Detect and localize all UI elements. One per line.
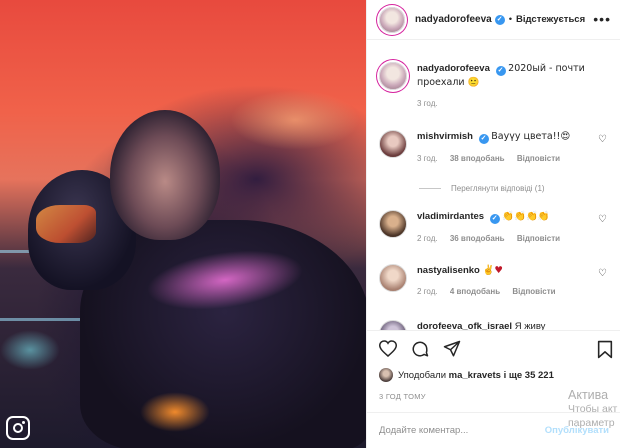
likes-count[interactable]: і ще 35 221 — [504, 370, 554, 381]
comment-text: Я живу — [514, 321, 546, 330]
activation-line-2: Чтобы акт — [568, 403, 618, 415]
comment-text: 👏👏👏👏 — [502, 211, 550, 222]
comment-row: nastyalisenko ✌️♥ 2 год. 4 вподобань Від… — [379, 264, 611, 298]
activation-line-3: параметр — [568, 417, 615, 429]
author-avatar[interactable] — [379, 6, 405, 33]
reply-link[interactable]: Відповісти — [517, 154, 560, 163]
activation-line-1: Актива — [568, 388, 609, 402]
photo-woman-head — [110, 110, 220, 240]
bookmark-icon[interactable] — [597, 340, 613, 362]
post-time-ago[interactable]: 3 ГОД ТОМУ — [379, 392, 426, 401]
comment-row: vladimirdantes ✓ 👏👏👏👏 2 год. 36 вподобан… — [379, 210, 611, 245]
more-options-icon[interactable]: ••• — [593, 11, 611, 27]
comment-time[interactable]: 2 год. — [417, 234, 438, 243]
windows-activation-watermark: Актива Чтобы акт параметр — [568, 388, 617, 430]
comment-likes[interactable]: 36 вподобань — [450, 234, 505, 243]
verified-badge-icon: ✓ — [478, 134, 489, 144]
comment-row: dorofeeva_ofk_israel Я живу — [379, 320, 611, 330]
comment-meta: 2 год. 4 вподобань Відповісти — [417, 285, 611, 298]
post-photo[interactable] — [0, 0, 366, 448]
comment-like-heart-icon[interactable]: ♡ — [598, 134, 607, 145]
post-side-panel: nadyadorofeeva ✓ • Відстежується ••• nad… — [366, 0, 620, 448]
liker-username[interactable]: ma_kravets — [449, 370, 501, 381]
comment-time[interactable]: 3 год. — [417, 154, 438, 163]
comment-input[interactable] — [379, 425, 545, 436]
replies-line — [419, 188, 441, 189]
photo-glow — [230, 90, 360, 150]
verified-badge-icon: ✓ — [495, 66, 506, 76]
comment-username[interactable]: mishvirmish — [417, 131, 473, 142]
heart-icon[interactable] — [378, 340, 398, 360]
post-header: nadyadorofeeva ✓ • Відстежується ••• — [367, 0, 620, 40]
comment-icon[interactable] — [411, 340, 429, 361]
comment-username[interactable]: dorofeeva_ofk_israel — [417, 321, 512, 330]
likes-summary: Уподобали ma_kravets і ще 35 221 — [379, 368, 554, 382]
caption-row: nadyadorofeeva ✓ 2020ый - почти проехали… — [379, 62, 611, 110]
comment-username[interactable]: vladimirdantes — [417, 211, 484, 222]
reply-link[interactable]: Відповісти — [512, 287, 555, 296]
comment-likes[interactable]: 4 вподобань — [450, 287, 500, 296]
photo-helmet-visor — [36, 205, 96, 243]
comment-text: Вауүу цвета!!😍 — [491, 131, 571, 142]
commenter-avatar[interactable] — [379, 320, 407, 330]
comment-likes[interactable]: 38 вподобань — [450, 154, 505, 163]
commenter-avatar[interactable] — [379, 130, 407, 158]
verified-badge-icon: ✓ — [494, 14, 505, 25]
verified-badge-icon: ✓ — [489, 214, 500, 224]
author-avatar[interactable] — [379, 62, 407, 90]
instagram-logo-icon[interactable] — [6, 416, 30, 440]
photo-cyan-light — [0, 330, 60, 370]
comment-row: mishvirmish ✓ Вауүу цвета!!😍 3 год. 38 в… — [379, 130, 611, 165]
commenter-avatar[interactable] — [379, 210, 407, 238]
follow-status[interactable]: Відстежується — [516, 14, 585, 25]
likes-prefix: Уподобали — [398, 369, 447, 381]
liker-avatar[interactable] — [379, 368, 393, 382]
reply-link[interactable]: Відповісти — [517, 234, 560, 243]
caption-username[interactable]: nadyadorofeeva — [417, 63, 490, 74]
post-actions-bar — [367, 330, 620, 368]
separator-dot: • — [508, 14, 513, 25]
commenter-avatar[interactable] — [379, 264, 407, 292]
comment-meta: 3 год. 38 вподобань Відповісти — [417, 152, 611, 165]
caption-time[interactable]: 3 год. — [417, 99, 438, 108]
comment-username[interactable]: nastyalisenko — [417, 265, 480, 276]
comment-like-heart-icon[interactable]: ♡ — [598, 268, 607, 279]
comment-time[interactable]: 2 год. — [417, 287, 438, 296]
comment-text: ✌️♥ — [482, 265, 503, 276]
share-icon[interactable] — [443, 340, 461, 361]
view-replies[interactable]: Переглянути відповіді (1) — [419, 184, 545, 193]
view-replies-label[interactable]: Переглянути відповіді (1) — [451, 184, 545, 193]
author-username[interactable]: nadyadorofeeva — [415, 14, 492, 25]
comments-list[interactable]: nadyadorofeeva ✓ 2020ый - почти проехали… — [367, 40, 620, 330]
comment-meta: 2 год. 36 вподобань Відповісти — [417, 232, 611, 245]
photo-orange-light — [140, 392, 210, 432]
caption-meta: 3 год. — [417, 97, 611, 110]
comment-like-heart-icon[interactable]: ♡ — [598, 214, 607, 225]
